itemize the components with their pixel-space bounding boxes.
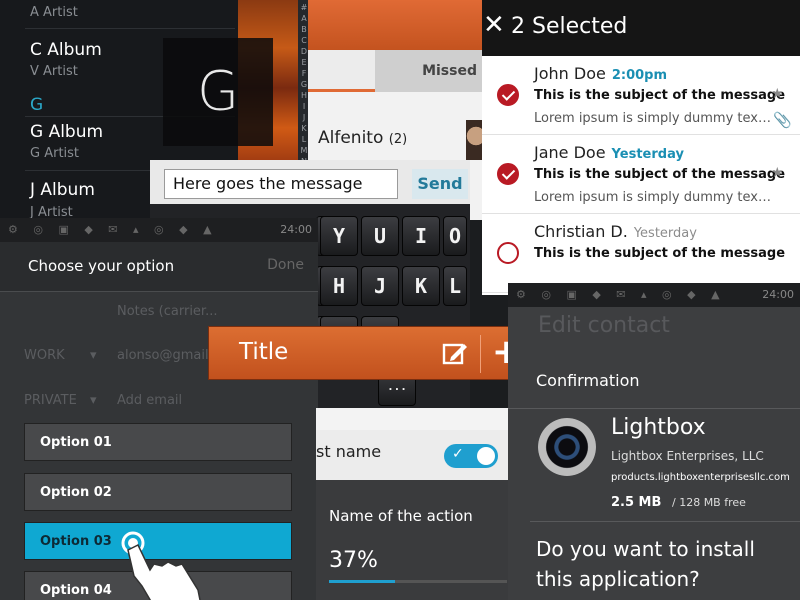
key-k[interactable]: K bbox=[402, 266, 440, 306]
key-l[interactable]: L bbox=[443, 266, 467, 306]
compose-bar: Here goes the message Send bbox=[150, 160, 470, 204]
album-c-title[interactable]: C Album bbox=[30, 40, 102, 60]
option-button[interactable]: Option 01 bbox=[24, 423, 292, 461]
option-dialog-panel: ⚙ ◎ ▣ ◆ ✉ ▴ ◎ ◆ ▲ 24:00 Choose your optio… bbox=[0, 218, 318, 600]
contact-name: Alfenito bbox=[318, 128, 384, 148]
album-g-title[interactable]: G Album bbox=[30, 122, 103, 142]
key-i[interactable]: I bbox=[402, 216, 440, 256]
album-j-title[interactable]: J Album bbox=[30, 180, 95, 200]
separator bbox=[480, 335, 481, 373]
album-g-artist: G Artist bbox=[30, 146, 80, 161]
app-name: Lightbox bbox=[611, 415, 706, 440]
dialog-title: Choose your option bbox=[28, 257, 175, 275]
message-input[interactable]: Here goes the message bbox=[164, 169, 398, 199]
tab-all[interactable] bbox=[308, 50, 375, 92]
work-label: WORK bbox=[24, 348, 65, 363]
sender-name: Christian D. bbox=[534, 222, 628, 241]
progress-fill bbox=[329, 580, 395, 583]
app-url: products.lightboxenterprisesllc.com bbox=[611, 472, 790, 483]
message-time: Yesterday bbox=[633, 226, 697, 241]
attachment-icon: 📎 bbox=[773, 111, 792, 129]
confirmation-header: Confirmation bbox=[508, 353, 800, 409]
camera-lens-icon bbox=[538, 418, 596, 476]
divider bbox=[530, 521, 800, 522]
add-email-field: Add email bbox=[117, 393, 183, 408]
status-clock: 24:00 bbox=[280, 223, 312, 236]
selection-header: ✕ 2 Selected bbox=[482, 0, 800, 56]
tab-missed[interactable]: Missed bbox=[375, 50, 483, 92]
confirmation-label: Confirmation bbox=[536, 371, 640, 390]
star-icon[interactable]: ★ bbox=[771, 165, 784, 181]
option-button[interactable]: Option 02 bbox=[24, 473, 292, 511]
progress-percent: 37% bbox=[329, 548, 378, 573]
key-o[interactable]: O bbox=[443, 216, 467, 256]
install-dialog-panel: ⚙ ◎ ▣ ◆ ✉ ▴ ◎ ◆ ▲ 24:00 Edit contact Conf… bbox=[508, 283, 800, 600]
progress-panel: st name ✓ Name of the action 37% bbox=[316, 408, 510, 600]
checkbox-checked[interactable] bbox=[497, 84, 519, 106]
contact-row[interactable]: Alfenito (2) bbox=[318, 128, 407, 148]
touch-hand-icon bbox=[121, 531, 201, 600]
section-header-g: G bbox=[30, 95, 44, 115]
artist-a: A Artist bbox=[30, 5, 78, 20]
message-item[interactable]: Christian D. Yesterday This is the subjec… bbox=[482, 214, 800, 293]
message-preview: Lorem ipsum is simply dummy text... bbox=[534, 111, 774, 126]
progress-track bbox=[329, 580, 507, 583]
key-u[interactable]: U bbox=[361, 216, 399, 256]
selection-title: 2 Selected bbox=[511, 14, 628, 39]
private-label: PRIVATE bbox=[24, 393, 77, 408]
letter-overlay: G bbox=[163, 38, 273, 146]
sender-name: John Doe bbox=[534, 64, 606, 83]
dialog-header: Choose your option Done bbox=[0, 242, 318, 292]
notes-field: Notes (carrier... bbox=[117, 304, 218, 319]
toggle-switch[interactable]: ✓ bbox=[444, 444, 498, 468]
status-bar: ⚙ ◎ ▣ ◆ ✉ ▴ ◎ ◆ ▲ 24:00 bbox=[508, 283, 800, 307]
message-item[interactable]: John Doe 2:00pm This is the subject of th… bbox=[482, 56, 800, 135]
sender-name: Jane Doe bbox=[534, 143, 606, 162]
message-time: 2:00pm bbox=[611, 68, 668, 83]
check-icon: ✓ bbox=[452, 446, 464, 462]
checkbox-unchecked[interactable] bbox=[497, 242, 519, 264]
message-list-panel: ✕ 2 Selected John Doe 2:00pm This is the … bbox=[482, 0, 800, 295]
title-bar: Title + bbox=[208, 326, 530, 380]
app-size: 2.5 MB bbox=[611, 495, 662, 510]
message-time: Yesterday bbox=[611, 147, 684, 162]
message-subject: This is the subject of the message bbox=[534, 167, 786, 182]
edit-icon[interactable] bbox=[442, 341, 468, 367]
setting-row: st name ✓ bbox=[316, 430, 510, 480]
chevron-down-icon: ▾ bbox=[90, 393, 97, 408]
key-j[interactable]: J bbox=[361, 266, 399, 306]
divider bbox=[25, 28, 235, 29]
install-question: Do you want to install this application? bbox=[536, 537, 755, 591]
message-subject: This is the subject of the message bbox=[534, 246, 786, 261]
checkbox-checked[interactable] bbox=[497, 163, 519, 185]
title-label: Title bbox=[239, 339, 289, 365]
action-label: Name of the action bbox=[329, 507, 473, 525]
avatar bbox=[466, 120, 483, 160]
message-preview: Lorem ipsum is simply dummy text... bbox=[534, 190, 774, 205]
email-field: alonso@gmail bbox=[117, 348, 209, 363]
album-c-artist: V Artist bbox=[30, 64, 78, 79]
free-space: / 128 MB free bbox=[672, 496, 746, 509]
key-y[interactable]: Y bbox=[320, 216, 358, 256]
done-button[interactable]: Done bbox=[267, 257, 304, 273]
key-h[interactable]: H bbox=[320, 266, 358, 306]
star-icon[interactable]: ★ bbox=[771, 86, 784, 102]
developer-name: Lightbox Enterprises, LLC bbox=[611, 449, 764, 463]
message-item[interactable]: Jane Doe Yesterday This is the subject of… bbox=[482, 135, 800, 214]
status-bar: ⚙ ◎ ▣ ◆ ✉ ▴ ◎ ◆ ▲ 24:00 bbox=[0, 218, 318, 242]
setting-label: st name bbox=[316, 442, 382, 461]
status-clock: 24:00 bbox=[762, 288, 794, 301]
message-subject: This is the subject of the message bbox=[534, 88, 786, 103]
close-icon[interactable]: ✕ bbox=[483, 10, 505, 40]
edit-contact-title: Edit contact bbox=[538, 313, 670, 338]
chevron-down-icon: ▾ bbox=[90, 348, 97, 363]
contact-count: (2) bbox=[388, 132, 408, 147]
send-button[interactable]: Send bbox=[412, 169, 468, 199]
header-bar bbox=[308, 0, 483, 50]
